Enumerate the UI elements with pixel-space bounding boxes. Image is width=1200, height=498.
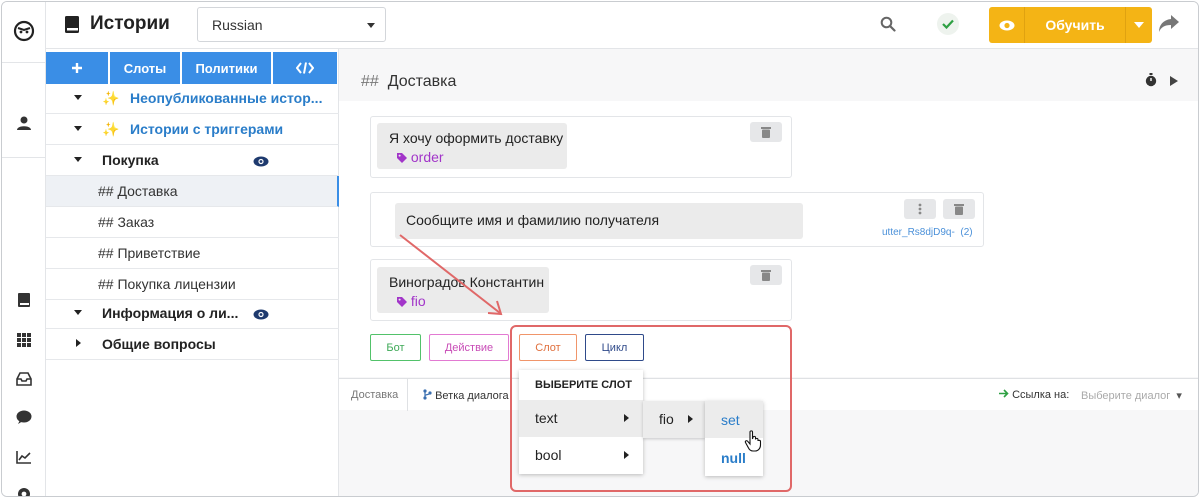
tag-icon — [397, 153, 407, 163]
logo-icon[interactable] — [2, 19, 46, 43]
sidebar-item-label: ## Покупка лицензии — [98, 276, 236, 292]
sidebar-item-triggers[interactable]: ✨ Истории с триггерами — [46, 114, 339, 145]
branch-button[interactable]: Ветка диалога — [423, 389, 509, 402]
trash-icon — [954, 204, 964, 215]
play-icon[interactable] — [1169, 74, 1179, 92]
chevron-down-icon[interactable] — [74, 126, 82, 131]
code-button[interactable] — [273, 52, 337, 84]
delete-button[interactable] — [750, 265, 782, 285]
sidebar-item-unpublished[interactable]: ✨ Неопубликованные истор... — [46, 83, 339, 114]
inbox-icon[interactable] — [2, 372, 46, 386]
user-utterance-card: Я хочу оформить доставку order — [370, 116, 792, 178]
search-icon[interactable] — [880, 16, 896, 37]
sidebar-item-delivery[interactable]: ## Доставка — [46, 176, 339, 207]
page-title-text: Истории — [90, 13, 170, 34]
add-story-button[interactable] — [46, 52, 108, 84]
sidebar-item-order[interactable]: ## Заказ — [46, 207, 339, 238]
sidebar-item-label: ## Заказ — [98, 214, 155, 230]
user-icon[interactable] — [2, 115, 46, 131]
annotation-arrow — [399, 234, 503, 316]
app-window: Истории Russian Обучить Слоты Политики ✨… — [1, 1, 1199, 497]
plus-icon — [72, 63, 82, 73]
page-title: Истории — [64, 13, 170, 35]
chevron-down-icon — [1134, 22, 1144, 28]
chevron-down-icon — [367, 23, 375, 28]
delete-button[interactable] — [943, 199, 975, 219]
bot-response-text: Сообщите имя и фамилию получателя — [406, 212, 660, 228]
eye-icon[interactable] — [253, 307, 269, 323]
user-utterance[interactable]: Я хочу оформить доставку order — [377, 123, 567, 169]
intent-tag[interactable]: order — [397, 149, 444, 165]
sidebar-item-license-purchase[interactable]: ## Покупка лицензии — [46, 269, 339, 300]
more-vertical-icon — [918, 203, 922, 215]
trash-icon — [761, 270, 771, 281]
sidebar-tabs: Слоты Политики — [46, 52, 339, 84]
train-button[interactable]: Обучить — [989, 7, 1152, 43]
share-icon[interactable] — [1158, 14, 1180, 38]
sidebar-item-greeting[interactable]: ## Приветствие — [46, 238, 339, 269]
grid-icon[interactable] — [2, 333, 46, 347]
arrow-right-icon — [999, 389, 1009, 398]
sidebar-item-faq[interactable]: Общие вопросы — [46, 329, 339, 360]
gear-icon[interactable] — [2, 486, 46, 496]
stopwatch-icon[interactable] — [1145, 73, 1157, 92]
add-bot-button[interactable]: Бот — [370, 334, 421, 361]
delete-button[interactable] — [750, 122, 782, 142]
check-icon[interactable] — [937, 13, 959, 35]
chevron-right-icon[interactable] — [76, 339, 81, 347]
eye-icon[interactable] — [253, 154, 269, 170]
chevron-down-icon[interactable] — [74, 157, 82, 162]
train-label: Обучить — [1045, 17, 1105, 33]
tab-policies[interactable]: Политики — [182, 52, 271, 84]
code-icon — [296, 62, 314, 74]
story-title: ## Доставка — [361, 73, 457, 90]
add-action-button[interactable]: Действие — [429, 334, 509, 361]
sparkles-icon: ✨ — [102, 90, 120, 106]
trash-icon — [761, 127, 771, 138]
sidebar-item-label: Общие вопросы — [102, 336, 216, 352]
utter-name-link[interactable]: utter_Rs8djD9q- (2) — [882, 227, 973, 238]
train-dropdown[interactable] — [1125, 7, 1152, 43]
chevron-down-icon: ▾ — [1176, 390, 1182, 402]
more-button[interactable] — [904, 199, 936, 219]
branch-icon — [423, 389, 432, 400]
book-icon — [65, 15, 79, 33]
sidebar-item-label: ## Приветствие — [98, 245, 201, 261]
top-bar: Истории Russian Обучить — [46, 2, 1198, 49]
breadcrumb[interactable]: Доставка — [351, 389, 398, 401]
stories-sidebar: Слоты Политики ✨ Неопубликованные истор.… — [46, 49, 339, 496]
chart-icon[interactable] — [2, 450, 46, 464]
chat-icon[interactable] — [2, 410, 46, 425]
sidebar-item-label: Истории с триггерами — [130, 121, 284, 137]
sidebar-item-label: Информация о ли... — [102, 305, 239, 321]
sparkles-icon: ✨ — [102, 121, 120, 137]
eye-icon[interactable] — [989, 7, 1025, 43]
sidebar-item-label: Неопубликованные истор... — [130, 90, 323, 106]
tab-slots[interactable]: Слоты — [110, 52, 180, 84]
sidebar-item-label: ## Доставка — [98, 183, 178, 199]
book-icon[interactable] — [2, 292, 46, 308]
language-select[interactable]: Russian — [197, 7, 386, 42]
sidebar-item-license-info[interactable]: Информация о ли... — [46, 298, 339, 329]
language-value: Russian — [212, 17, 263, 33]
utterance-text: Я хочу оформить доставку — [389, 130, 564, 146]
chevron-down-icon[interactable] — [74, 310, 82, 315]
dialog-link-select[interactable]: Выберите диалог ▾ — [1081, 389, 1182, 402]
sidebar-item-label: Покупка — [102, 152, 159, 168]
sidebar-item-purchase[interactable]: Покупка — [46, 145, 339, 176]
annotation-highlight — [510, 325, 792, 492]
link-label: Ссылка на: — [999, 389, 1069, 401]
story-header: ## Доставка — [339, 63, 1198, 103]
icon-rail — [2, 2, 46, 496]
chevron-down-icon[interactable] — [74, 95, 82, 100]
